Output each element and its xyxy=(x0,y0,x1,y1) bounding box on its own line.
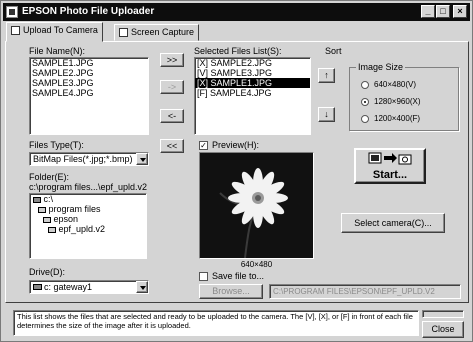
start-button-label: Start... xyxy=(372,169,408,181)
list-item[interactable]: SAMPLE2.JPG xyxy=(30,68,148,78)
tab-screen-capture[interactable]: Screen Capture xyxy=(114,24,200,41)
radio-1200x400[interactable] xyxy=(361,115,369,123)
preview-dimensions: 640×480 xyxy=(240,260,273,269)
preview-label: Preview(H): xyxy=(212,140,260,150)
tab-upload-label: Upload To Camera xyxy=(23,25,98,35)
preview-checkbox[interactable]: ✓ xyxy=(199,141,208,150)
tree-item[interactable]: epf_upld.v2 xyxy=(30,224,146,234)
tree-item-label: epf_upld.v2 xyxy=(58,224,106,234)
tree-item[interactable]: program files xyxy=(30,204,146,214)
preview-image xyxy=(199,152,314,259)
tree-item-label: c:\ xyxy=(43,194,54,204)
files-type-value: BitMap Files(*.jpg;*.bmp) xyxy=(33,154,133,164)
folder-open-icon xyxy=(48,226,56,233)
status-indicator xyxy=(422,310,464,318)
folder-open-icon xyxy=(38,206,46,213)
folder-open-icon xyxy=(43,216,51,223)
arrow-up-icon: ↑ xyxy=(324,70,329,80)
list-item[interactable]: SAMPLE1.JPG xyxy=(30,58,148,68)
files-type-select[interactable]: BitMap Files(*.jpg;*.bmp) xyxy=(29,152,149,166)
window-title: EPSON Photo File Uploader xyxy=(22,6,155,17)
radio-1280x960[interactable] xyxy=(361,98,369,106)
list-item[interactable]: [F] SAMPLE4.JPG xyxy=(195,88,310,98)
selected-files-list[interactable]: [X] SAMPLE2.JPG [V] SAMPLE3.JPG [X] SAMP… xyxy=(194,57,311,135)
file-name-list[interactable]: SAMPLE1.JPG SAMPLE2.JPG SAMPLE3.JPG SAMP… xyxy=(29,57,149,135)
sort-up-button[interactable]: ↑ xyxy=(318,68,335,83)
select-camera-button[interactable]: Select camera(C)... xyxy=(341,213,445,233)
drive-icon xyxy=(33,196,41,203)
drive-label: Drive(D): xyxy=(29,267,65,277)
add-all-button[interactable]: >> xyxy=(160,53,184,67)
pc-to-camera-icon xyxy=(368,152,412,165)
sort-label: Sort xyxy=(325,46,342,56)
option-1280x960-label[interactable]: 1280×960(X) xyxy=(374,97,420,106)
add-button[interactable]: -> xyxy=(160,80,184,94)
list-item[interactable]: SAMPLE4.JPG xyxy=(30,88,148,98)
close-button[interactable]: Close xyxy=(422,321,464,338)
app-icon xyxy=(6,6,18,18)
chevron-down-icon[interactable] xyxy=(136,153,148,165)
list-item[interactable]: SAMPLE3.JPG xyxy=(30,78,148,88)
app-window: EPSON Photo File Uploader _ □ × Upload T… xyxy=(0,0,473,342)
folder-label: Folder(E): xyxy=(29,172,70,182)
tree-item[interactable]: c:\ xyxy=(30,194,146,204)
option-640x480-label[interactable]: 640×480(V) xyxy=(374,80,416,89)
selected-files-label: Selected Files List(S): xyxy=(194,46,282,56)
arrow-down-icon: ↓ xyxy=(324,109,329,119)
status-text: This list shows the files that are selec… xyxy=(13,310,419,336)
start-button[interactable]: Start... xyxy=(354,148,426,184)
drive-select[interactable]: c: gateway1 xyxy=(29,280,149,294)
remove-all-button[interactable]: << xyxy=(160,139,184,153)
tab-upload-to-camera[interactable]: Upload To Camera xyxy=(6,22,103,42)
maximize-button[interactable]: □ xyxy=(436,5,450,18)
upload-tab-icon xyxy=(11,26,20,35)
camera-tab-icon xyxy=(119,28,128,37)
image-size-label: Image Size xyxy=(356,62,406,72)
save-file-checkbox[interactable] xyxy=(199,272,208,281)
browse-button[interactable]: Browse... xyxy=(199,284,263,299)
option-1200x400-label[interactable]: 1200×400(F) xyxy=(374,114,420,123)
folder-path: c:\program files...\epf_upld.v2 xyxy=(29,182,148,192)
list-item-selected[interactable]: [X] SAMPLE1.JPG xyxy=(195,78,310,88)
drive-value: c: gateway1 xyxy=(44,282,93,292)
tree-item-label: program files xyxy=(48,204,101,214)
drive-icon xyxy=(33,284,42,290)
title-bar[interactable]: EPSON Photo File Uploader _ □ × xyxy=(3,3,470,21)
tab-screen-capture-label: Screen Capture xyxy=(131,27,195,37)
tree-item-label: epson xyxy=(53,214,79,224)
save-file-label: Save file to... xyxy=(212,271,265,281)
file-name-label: File Name(N): xyxy=(29,46,86,56)
folder-tree[interactable]: c:\ program files epson epf_upld.v2 xyxy=(29,193,147,259)
flower-photo xyxy=(200,153,313,259)
tree-item[interactable]: epson xyxy=(30,214,146,224)
chevron-down-icon[interactable] xyxy=(136,281,148,293)
sort-down-button[interactable]: ↓ xyxy=(318,107,335,122)
list-item[interactable]: [X] SAMPLE2.JPG xyxy=(195,58,310,68)
close-window-button[interactable]: × xyxy=(453,5,467,18)
list-item[interactable]: [V] SAMPLE3.JPG xyxy=(195,68,310,78)
remove-button[interactable]: <- xyxy=(160,109,184,123)
minimize-button[interactable]: _ xyxy=(421,5,435,18)
save-path-field[interactable]: C:\PROGRAM FILES\EPSON\EPF_UPLD.V2 xyxy=(269,284,461,299)
radio-640x480[interactable] xyxy=(361,81,369,89)
files-type-label: Files Type(T): xyxy=(29,140,84,150)
